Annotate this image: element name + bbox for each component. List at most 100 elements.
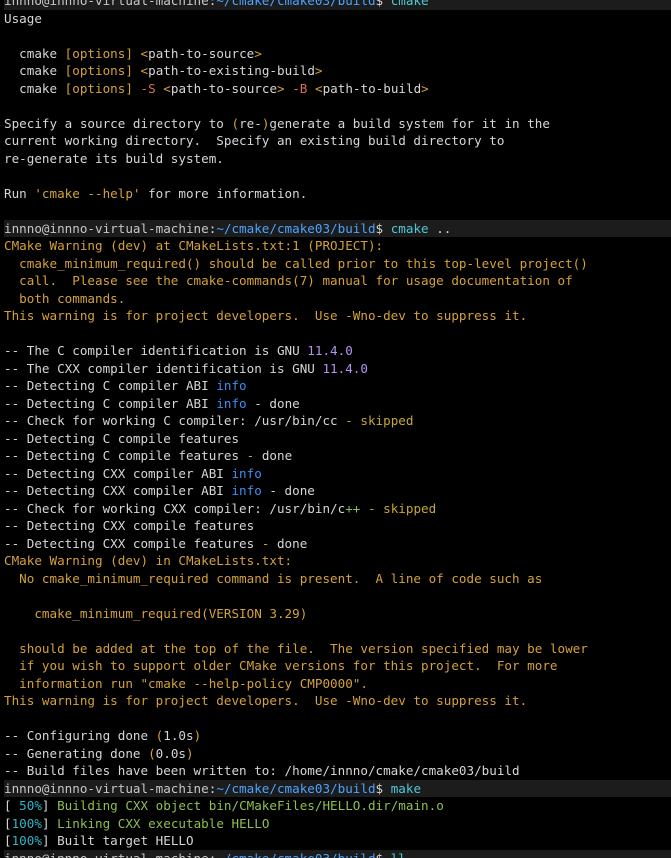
line-segment: -B — [292, 80, 308, 96]
output-line: cmake_minimum_required(VERSION 3.29) — [4, 605, 671, 623]
line-segment: Usage — [4, 10, 42, 26]
line-segment: < — [140, 45, 149, 61]
line-segment: path-to-source — [170, 80, 278, 96]
line-segment: [options] — [64, 63, 133, 78]
output-line: -- Build files have been written to: /ho… — [4, 762, 671, 780]
output-line: cmake [options] -S <path-to-source> -B <… — [4, 80, 671, 98]
line-segment: Run — [4, 185, 35, 201]
line-segment: cmake_minimum_required(VERSION 3.29) — [4, 605, 308, 621]
line-segment: - skipped — [367, 500, 437, 516]
line-segment: ] — [41, 815, 58, 831]
line-segment: info — [231, 465, 262, 481]
line-segment: Linking CXX executable HELLO — [57, 815, 270, 831]
line-segment: 11.4.0 — [307, 343, 353, 358]
line-segment: - skipped — [345, 413, 414, 428]
line-segment: ll — [390, 850, 406, 858]
output-line: both commands. — [4, 290, 671, 308]
output-line: -- Detecting CXX compiler ABI info - don… — [4, 482, 671, 500]
line-segment: path-to-build — [322, 80, 422, 96]
line-segment: -- Build files have been written to: /ho… — [4, 763, 520, 778]
output-line: -- Detecting C compiler ABI info - done — [4, 395, 671, 413]
line-segment: cmake — [4, 80, 65, 96]
output-line: No cmake_minimum_required command is pre… — [4, 570, 671, 588]
output-line: current working directory. Specify an ex… — [4, 132, 671, 150]
line-segment: > — [421, 80, 429, 96]
line-segment: -- Check for working C compiler: /usr/bi… — [4, 413, 346, 428]
line-segment: both commands. — [4, 290, 126, 306]
line-segment: if you wish to support older CMake versi… — [4, 658, 558, 673]
line-segment: done — [269, 535, 308, 551]
output-line: -- Generating done (0.0s) — [4, 745, 671, 763]
output-line: information run "cmake --help-policy CMP… — [4, 675, 671, 693]
line-segment: innno@innno-virtual-machine — [4, 0, 209, 8]
prompt-line: innno@innno-virtual-machine:~/cmake/cmak… — [4, 849, 671, 858]
output-line: [100%] Built target HELLO — [4, 832, 671, 850]
output-line: Specify a source directory to (re-)gener… — [4, 115, 671, 133]
output-line: CMake Warning (dev) at CMakeLists.txt:1 … — [4, 237, 671, 255]
prompt-line: innno@innno-virtual-machine:~/cmake/cmak… — [4, 219, 671, 237]
line-segment: info — [231, 483, 262, 498]
line-segment: ++ — [345, 500, 361, 516]
line-segment: < — [314, 80, 323, 96]
line-segment: generate a build system for it in the — [269, 115, 550, 131]
line-segment: -- The CXX compiler identification is GN… — [4, 360, 323, 376]
line-segment: < — [163, 80, 171, 96]
output-line: should be added at the top of the file. … — [4, 640, 671, 658]
line-segment: - done — [246, 395, 300, 411]
output-line: [100%] Linking CXX executable HELLO — [4, 815, 671, 833]
line-segment: [ — [4, 833, 12, 848]
output-line: Run 'cmake --help' for more information. — [4, 185, 671, 203]
line-segment: ( — [231, 115, 240, 131]
output-line: -- Check for working CXX compiler: /usr/… — [4, 500, 671, 518]
line-segment: re-generate its build system. — [4, 150, 224, 166]
line-segment: -- Detecting C compiler ABI — [4, 395, 217, 411]
line-segment: [ — [4, 815, 12, 831]
line-segment: -- Detecting C compile features — [4, 448, 247, 463]
line-segment: cmake — [4, 63, 65, 78]
output-line: -- Check for working C compiler: /usr/bi… — [4, 412, 671, 430]
line-segment: -- Detecting C compile features — [4, 430, 240, 446]
line-segment: 11.4.0 — [322, 360, 368, 376]
line-segment: -- Detecting CXX compile features — [4, 518, 255, 533]
line-segment — [360, 501, 368, 516]
line-segment: [options] — [64, 45, 133, 61]
line-segment: -- Configuring done — [4, 728, 156, 743]
output-line: -- Detecting CXX compile features — [4, 517, 671, 535]
line-segment: re- — [239, 115, 262, 131]
line-segment: > — [314, 63, 323, 78]
line-segment — [133, 46, 141, 61]
line-segment: path-to-source — [148, 45, 255, 61]
line-segment: .. — [428, 220, 452, 236]
line-segment: -- Generating done — [4, 745, 149, 761]
line-segment: -- Detecting CXX compiler ABI — [4, 465, 232, 481]
line-segment — [133, 63, 141, 78]
line-segment: [options] — [64, 80, 133, 96]
output-line: -- Detecting CXX compiler ABI info — [4, 465, 671, 483]
line-segment: CMake Warning (dev) in CMakeLists.txt: — [4, 553, 293, 568]
terminal-window[interactable]: innno@innno-virtual-machine:~/cmake/cmak… — [0, 0, 671, 858]
line-segment: ) — [193, 728, 202, 743]
line-segment: ~/cmake/cmake03/build — [216, 780, 376, 796]
prompt-line: innno@innno-virtual-machine:~/cmake/cmak… — [4, 0, 671, 10]
output-line: cmake [options] <path-to-source> — [4, 45, 671, 63]
line-segment: ~/cmake/cmake03/build — [216, 0, 376, 8]
line-segment: cmake — [390, 0, 429, 8]
output-line: This warning is for project developers. … — [4, 692, 671, 710]
output-line: call. Please see the cmake-commands(7) m… — [4, 272, 671, 290]
output-line: re-generate its build system. — [4, 150, 671, 168]
line-segment: > — [277, 80, 285, 96]
line-segment: ) — [186, 745, 194, 761]
line-segment: -- Detecting C compiler ABI — [4, 378, 217, 393]
line-segment: This warning is for project developers. … — [4, 693, 528, 708]
line-segment: cmake — [4, 45, 65, 61]
output-line: cmake [options] <path-to-existing-build> — [4, 62, 671, 80]
line-segment: $ — [375, 0, 391, 8]
line-segment: path-to-existing-build — [148, 63, 315, 78]
line-segment: [ — [4, 798, 20, 813]
output-line: cmake_minimum_required() should be calle… — [4, 255, 671, 273]
